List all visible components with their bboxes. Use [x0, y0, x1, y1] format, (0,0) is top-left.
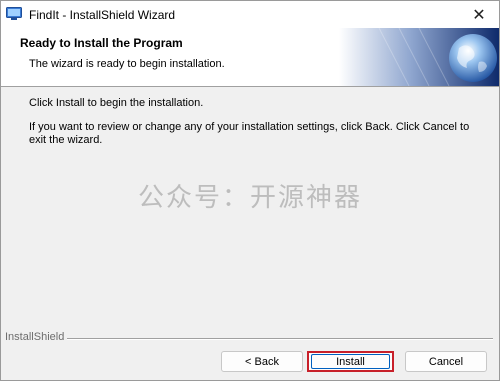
installshield-label: InstallShield	[5, 331, 68, 343]
close-icon: ✕	[472, 6, 486, 24]
window-title: FindIt - InstallShield Wizard	[29, 8, 176, 22]
installshield-divider: InstallShield	[5, 331, 493, 345]
wizard-header: Ready to Install the Program The wizard …	[1, 28, 499, 87]
title-bar[interactable]: FindIt - InstallShield Wizard ✕	[1, 1, 499, 28]
install-button[interactable]: Install	[307, 351, 394, 372]
install-button-label: Install	[336, 355, 365, 368]
back-button[interactable]: < Back	[221, 351, 303, 372]
page-subtitle: The wizard is ready to begin installatio…	[29, 58, 225, 70]
installer-window: FindIt - InstallShield Wizard ✕ Ready to…	[0, 0, 500, 381]
divider-line	[67, 338, 493, 340]
installer-icon	[6, 7, 22, 20]
globe-icon	[339, 28, 499, 86]
watermark-text: 公众号：开源神器	[137, 183, 362, 213]
review-text: If you want to review or change any of y…	[29, 121, 470, 146]
cancel-button[interactable]: Cancel	[405, 351, 487, 372]
back-button-label: < Back	[245, 355, 279, 368]
cancel-button-label: Cancel	[428, 355, 464, 368]
install-button-focus: Install	[311, 354, 390, 369]
instruction-text: Click Install to begin the installation.	[29, 97, 204, 109]
close-button[interactable]: ✕	[459, 1, 499, 28]
page-title: Ready to Install the Program	[20, 36, 183, 50]
wizard-body: Click Install to begin the installation.…	[1, 87, 499, 327]
